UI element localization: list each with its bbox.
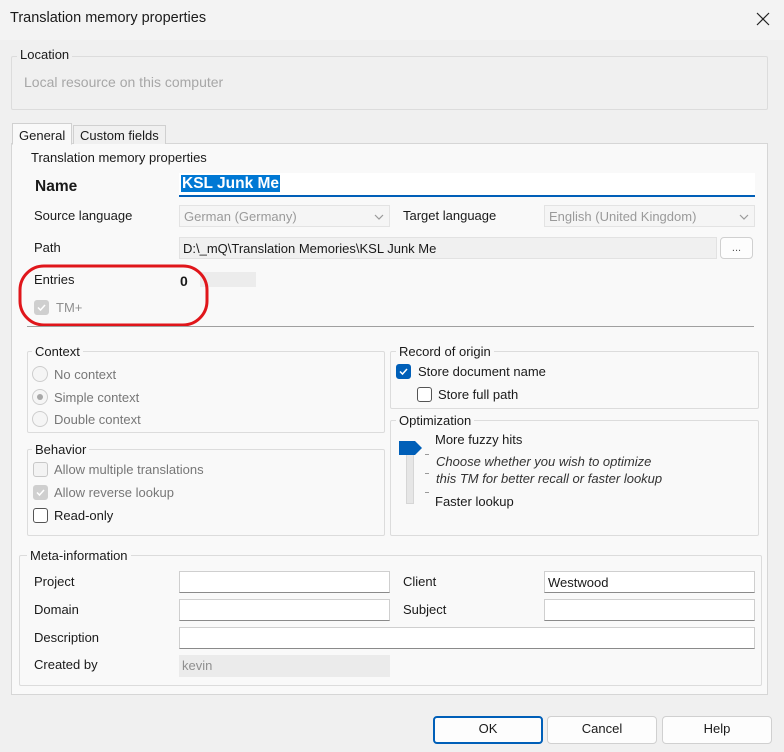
- target-language-value: English (United Kingdom): [549, 209, 697, 224]
- optimization-legend: Optimization: [396, 413, 475, 428]
- location-legend: Location: [17, 47, 73, 62]
- path-label: Path: [34, 240, 61, 255]
- subject-label: Subject: [403, 602, 447, 617]
- meta-info-legend: Meta-information: [27, 548, 131, 563]
- allow-reverse-checkbox[interactable]: [33, 485, 48, 500]
- radio-double-context[interactable]: [32, 411, 48, 427]
- context-legend: Context: [32, 344, 83, 359]
- name-field[interactable]: KSL Junk Me: [179, 173, 755, 197]
- target-language-select[interactable]: English (United Kingdom): [544, 205, 755, 227]
- source-language-value: German (Germany): [184, 209, 297, 224]
- read-only-label: Read-only: [54, 508, 114, 523]
- created-by-label: Created by: [34, 657, 98, 672]
- window-title: Translation memory properties: [10, 10, 207, 26]
- project-field[interactable]: [179, 571, 390, 593]
- radio-no-context[interactable]: [32, 366, 48, 382]
- created-by-field: kevin: [179, 655, 390, 677]
- tm-properties-legend: Translation memory properties: [28, 150, 210, 165]
- project-label: Project: [34, 574, 75, 589]
- optimization-slider-thumb[interactable]: [399, 441, 423, 455]
- allow-multiple-label: Allow multiple translations: [54, 462, 204, 477]
- slider-tick-top: [425, 454, 429, 455]
- location-value: Local resource on this computer: [24, 74, 224, 90]
- radio-simple-context[interactable]: [32, 389, 48, 405]
- cancel-button[interactable]: Cancel: [547, 716, 657, 744]
- optimization-desc-1: Choose whether you wish to optimize: [436, 454, 652, 469]
- domain-label: Domain: [34, 602, 79, 617]
- ok-button[interactable]: OK: [433, 716, 543, 744]
- target-language-label: Target language: [403, 208, 497, 223]
- path-value: D:\_mQ\Translation Memories\KSL Junk Me: [183, 241, 437, 256]
- domain-field[interactable]: [179, 599, 390, 621]
- client-field[interactable]: Westwood: [544, 571, 755, 593]
- source-language-label: Source language: [34, 208, 133, 223]
- faster-lookup-label: Faster lookup: [435, 494, 514, 509]
- subject-field[interactable]: [544, 599, 755, 621]
- description-field[interactable]: [179, 627, 755, 649]
- simple-context-label: Simple context: [54, 390, 140, 405]
- optimization-desc-2: this TM for better recall or faster look…: [436, 471, 663, 486]
- close-icon: [756, 12, 770, 26]
- check-icon: [399, 368, 408, 376]
- slider-tick-bottom: [425, 492, 429, 493]
- name-label: Name: [35, 178, 78, 195]
- store-path-checkbox[interactable]: [417, 387, 432, 402]
- store-document-checkbox[interactable]: [396, 364, 411, 379]
- path-field[interactable]: D:\_mQ\Translation Memories\KSL Junk Me: [179, 237, 717, 259]
- tab-custom-fields[interactable]: Custom fields: [73, 125, 166, 144]
- slider-tick-mid: [425, 473, 429, 474]
- close-button[interactable]: [748, 3, 778, 35]
- allow-reverse-label: Allow reverse lookup: [54, 485, 174, 500]
- more-fuzzy-label: More fuzzy hits: [435, 432, 523, 447]
- description-label: Description: [34, 630, 100, 645]
- section-divider: [27, 326, 754, 327]
- store-path-label: Store full path: [438, 387, 519, 402]
- source-language-select[interactable]: German (Germany): [179, 205, 390, 227]
- name-value: KSL Junk Me: [181, 175, 281, 192]
- origin-legend: Record of origin: [396, 344, 494, 359]
- read-only-checkbox[interactable]: [33, 508, 48, 523]
- chevron-down-icon: [739, 214, 749, 220]
- browse-button[interactable]: ...: [720, 237, 753, 259]
- no-context-label: No context: [54, 367, 117, 382]
- check-icon: [36, 489, 45, 497]
- help-button[interactable]: Help: [662, 716, 772, 744]
- allow-multiple-checkbox[interactable]: [33, 462, 48, 477]
- double-context-label: Double context: [54, 412, 141, 427]
- store-document-label: Store document name: [418, 364, 546, 379]
- behavior-legend: Behavior: [32, 442, 90, 457]
- highlight-ellipse: [18, 264, 209, 327]
- client-label: Client: [403, 574, 437, 589]
- chevron-down-icon: [374, 214, 384, 220]
- tab-general[interactable]: General: [12, 123, 73, 145]
